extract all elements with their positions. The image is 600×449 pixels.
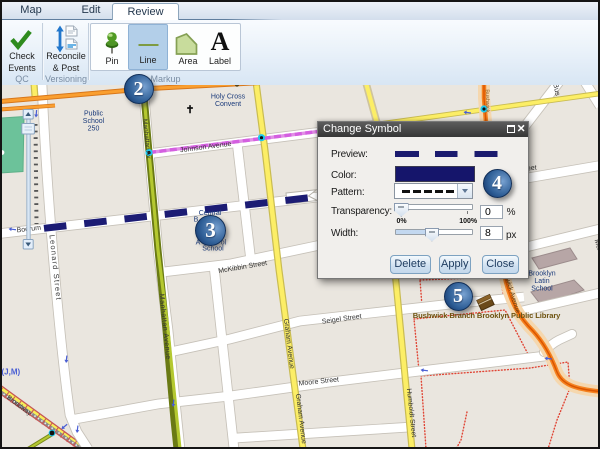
- svg-text:250: 250: [88, 126, 100, 133]
- svg-text:Latin: Latin: [534, 278, 549, 285]
- svg-text:Bushwick Branch Brooklyn Publi: Bushwick Branch Brooklyn Public Library: [413, 311, 561, 320]
- svg-text:School: School: [531, 286, 553, 293]
- svg-text:Convent: Convent: [215, 101, 241, 108]
- svg-text:School: School: [83, 118, 105, 125]
- svg-text:✝: ✝: [186, 104, 195, 116]
- svg-text:School: School: [202, 246, 224, 253]
- svg-text:Brooklyn: Brooklyn: [528, 271, 555, 278]
- svg-text:Bushwick: Bushwick: [484, 89, 491, 113]
- svg-text:(J,M): (J,M): [2, 368, 21, 377]
- svg-text:Holy Cross: Holy Cross: [211, 94, 246, 101]
- svg-text:Public: Public: [84, 111, 104, 118]
